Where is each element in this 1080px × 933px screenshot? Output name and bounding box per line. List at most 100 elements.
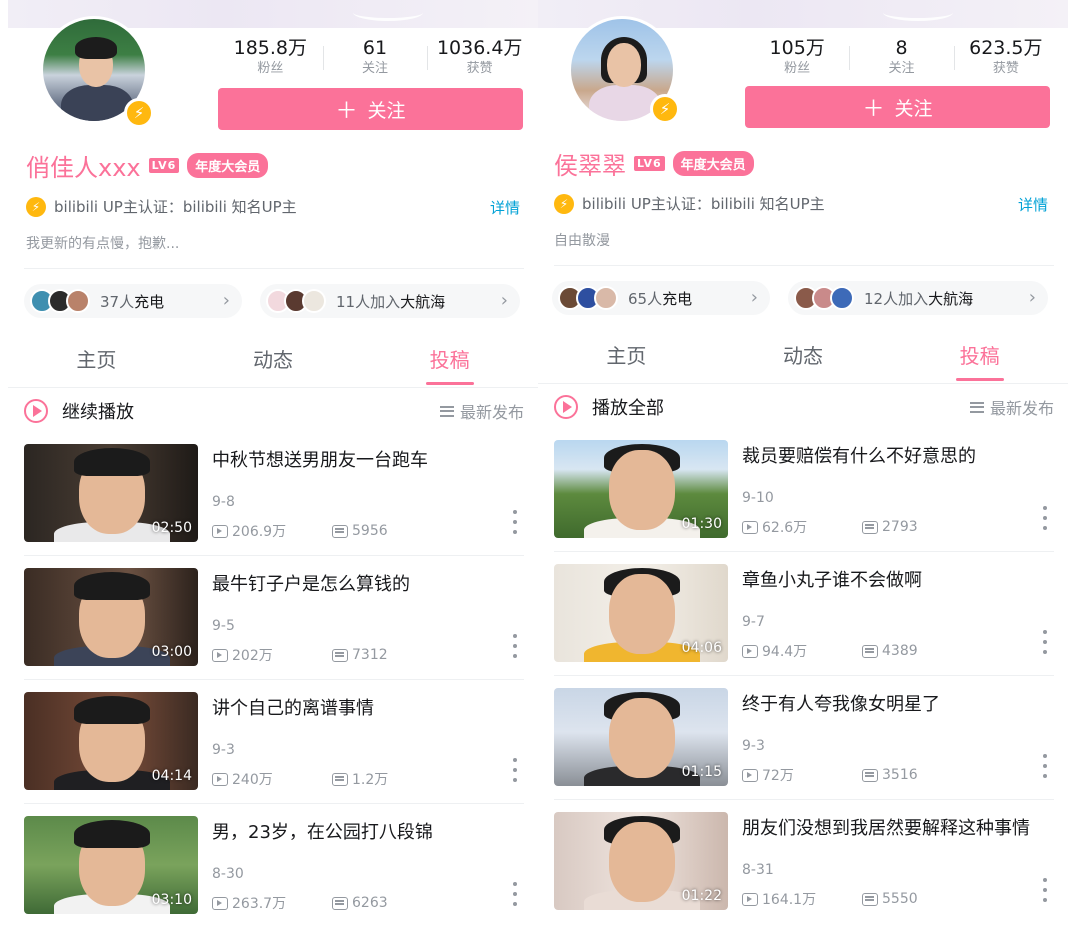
follow-button[interactable]: ＋ 关注 [745, 86, 1050, 128]
play-count-icon [742, 520, 758, 534]
play-row: 播放全部 最新发布 [554, 392, 1054, 422]
fleet-button[interactable]: 11人加入 大航海 › [260, 284, 520, 318]
chevron-right-icon: › [750, 287, 758, 308]
divider [554, 551, 1054, 552]
danmaku-icon [332, 648, 348, 662]
charge-button[interactable]: 65人 充电 › [552, 281, 770, 315]
video-item[interactable]: 04:14 讲个自己的离谱事情 9-3 240万 1.2万 [24, 692, 524, 790]
up-verified-icon: ⚡ [650, 94, 680, 124]
divider [24, 679, 524, 680]
video-item[interactable]: 02:50 中秋节想送男朋友一台跑车 9-8 206.9万 5956 [24, 444, 524, 542]
lightning-icon: ⚡ [554, 193, 574, 214]
name-row: 俏佳人xxx LV6 年度大会员 [26, 148, 269, 183]
play-circle-icon[interactable] [24, 399, 48, 423]
video-thumbnail[interactable]: 01:30 [554, 440, 728, 538]
stat-following[interactable]: 61 关注 [322, 36, 428, 82]
view-count: 206.9万 [232, 524, 287, 540]
video-title[interactable]: 朋友们没想到我居然要解释这种事情 [742, 814, 1052, 840]
video-item[interactable]: 03:10 男，23岁，在公园打八段锦 8-30 263.7万 6263 [24, 816, 524, 914]
video-thumbnail[interactable]: 03:00 [24, 568, 198, 666]
charge-count: 65人 [628, 289, 663, 308]
video-thumbnail[interactable]: 04:06 [554, 564, 728, 662]
fleet-button[interactable]: 12人加入 大航海 › [788, 281, 1048, 315]
video-thumbnail[interactable]: 01:15 [554, 688, 728, 786]
video-title[interactable]: 章鱼小丸子谁不会做啊 [742, 566, 1052, 592]
more-options-icon[interactable] [512, 882, 518, 906]
play-all-button[interactable]: 播放全部 [592, 394, 664, 420]
stat-fans[interactable]: 185.8万 粉丝 [218, 36, 323, 82]
video-date: 9-3 [212, 742, 235, 758]
username: 侯翠翠 [554, 152, 626, 180]
play-count-icon [212, 896, 228, 910]
video-item[interactable]: 03:00 最牛钉子户是怎么算钱的 9-5 202万 7312 [24, 568, 524, 666]
stat-likes[interactable]: 623.5万 获赞 [953, 36, 1058, 82]
fleet-avatars [266, 289, 326, 313]
video-title[interactable]: 讲个自己的离谱事情 [212, 694, 522, 720]
chevron-right-icon: › [500, 290, 508, 311]
detail-link[interactable]: 详情 [1018, 194, 1048, 215]
profile-panel-right: ⚡ 105万 粉丝 8 关注 623.5万 获赞 ＋ 关注 侯翠翠 LV6 年度… [538, 0, 1068, 933]
tab-dynamics[interactable]: 动态 [715, 332, 892, 383]
video-title[interactable]: 男，23岁，在公园打八段锦 [212, 818, 522, 844]
video-thumbnail[interactable]: 02:50 [24, 444, 198, 542]
charge-button[interactable]: 37人 充电 › [24, 284, 242, 318]
sort-button[interactable]: 最新发布 [969, 395, 1054, 419]
signature-text: 我更新的有点慢，抱歉... [26, 236, 180, 252]
video-item[interactable]: 01:15 终于有人夸我像女明星了 9-3 72万 3516 [554, 688, 1054, 786]
continue-play-button[interactable]: 继续播放 [62, 398, 134, 424]
stat-fans[interactable]: 105万 粉丝 [745, 36, 849, 82]
stat-following[interactable]: 8 关注 [849, 36, 953, 82]
video-title[interactable]: 最牛钉子户是怎么算钱的 [212, 570, 522, 596]
video-title[interactable]: 裁员要赔偿有什么不好意思的 [742, 442, 1052, 468]
video-thumbnail[interactable]: 01:22 [554, 812, 728, 910]
play-circle-icon[interactable] [554, 395, 578, 419]
profile-panel-left: ⚡ 185.8万 粉丝 61 关注 1036.4万 获赞 ＋ 关注 俏佳人xxx… [8, 0, 538, 933]
charge-label: 充电 [662, 289, 693, 308]
video-item[interactable]: 01:30 裁员要赔偿有什么不好意思的 9-10 62.6万 2793 [554, 440, 1054, 538]
fleet-avatars [794, 286, 854, 310]
tab-home[interactable]: 主页 [538, 332, 715, 383]
signature-text: 自由散漫 [554, 233, 610, 249]
video-item[interactable]: 01:22 朋友们没想到我居然要解释这种事情 8-31 164.1万 5550 [554, 812, 1054, 910]
vip-badge[interactable]: 年度大会员 [187, 153, 269, 178]
video-item[interactable]: 04:06 章鱼小丸子谁不会做啊 9-7 94.4万 4389 [554, 564, 1054, 662]
view-count: 94.4万 [762, 644, 808, 660]
detail-link[interactable]: 详情 [490, 197, 520, 218]
list-icon [969, 401, 984, 413]
more-options-icon[interactable] [512, 758, 518, 782]
stat-likes-value: 623.5万 [969, 37, 1043, 59]
view-count: 202万 [232, 648, 273, 664]
divider [24, 555, 524, 556]
sort-button[interactable]: 最新发布 [439, 399, 524, 423]
more-options-icon[interactable] [1042, 506, 1048, 530]
video-title[interactable]: 中秋节想送男朋友一台跑车 [212, 446, 522, 472]
video-thumbnail[interactable]: 03:10 [24, 816, 198, 914]
more-options-icon[interactable] [1042, 754, 1048, 778]
divider [554, 799, 1054, 800]
lightning-icon: ⚡ [26, 196, 46, 217]
video-title[interactable]: 终于有人夸我像女明星了 [742, 690, 1052, 716]
danmaku-count: 4389 [882, 643, 918, 659]
tab-dynamics[interactable]: 动态 [185, 336, 362, 387]
video-date: 9-8 [212, 494, 235, 510]
play-count-icon [212, 772, 228, 786]
more-options-icon[interactable] [1042, 630, 1048, 654]
danmaku-icon [862, 768, 878, 782]
danmaku-icon [862, 892, 878, 906]
video-thumbnail[interactable]: 04:14 [24, 692, 198, 790]
tab-uploads[interactable]: 投稿 [891, 332, 1068, 383]
stat-following-label: 关注 [362, 61, 389, 76]
danmaku-count: 1.2万 [352, 772, 389, 788]
follow-button[interactable]: ＋ 关注 [218, 88, 523, 130]
tab-home[interactable]: 主页 [8, 336, 185, 387]
stat-likes[interactable]: 1036.4万 获赞 [427, 36, 532, 82]
tab-uploads[interactable]: 投稿 [361, 336, 538, 387]
more-options-icon[interactable] [512, 510, 518, 534]
fleet-count: 11人加入 [336, 292, 401, 311]
profile-tabs: 主页 动态 投稿 [538, 332, 1068, 384]
more-options-icon[interactable] [1042, 878, 1048, 902]
vip-badge[interactable]: 年度大会员 [672, 151, 754, 176]
more-options-icon[interactable] [512, 634, 518, 658]
video-stats: 94.4万 4389 [742, 641, 918, 661]
stat-following-value: 61 [362, 37, 388, 59]
